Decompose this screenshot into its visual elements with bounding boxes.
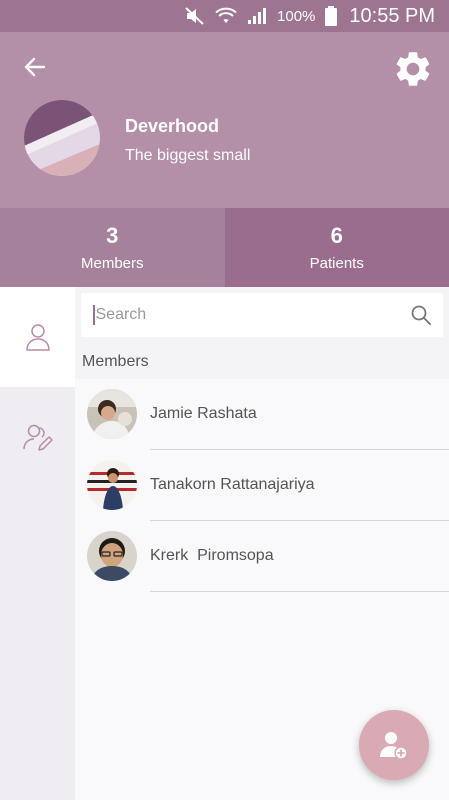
clock: 10:55 PM [349,4,435,27]
member-name: Jamie Rashata [150,405,257,422]
add-member-button[interactable] [359,710,429,780]
group-name: Deverhood [125,116,220,136]
patients-tab[interactable]: 6 Patients [224,208,449,287]
search-box[interactable] [81,293,443,337]
search-icon[interactable] [411,305,431,325]
list-item[interactable]: Krerk Piromsopa [75,521,449,592]
settings-button[interactable] [390,46,436,92]
text-cursor [93,305,95,325]
status-bar: 100% 10:55 PM [0,0,449,32]
search-input[interactable] [95,306,411,324]
sidebar [0,287,75,800]
back-button[interactable] [20,52,50,82]
divider [150,591,449,592]
wifi-icon [215,7,237,25]
back-arrow-icon [24,57,46,77]
battery-percent: 100% [277,7,316,25]
members-label: Members [80,255,144,272]
group-description: The biggest small [125,147,251,164]
members-tab[interactable]: 3 Members [0,208,225,287]
sidebar-tab-manage[interactable] [0,387,75,487]
avatar [87,531,137,581]
person-icon [25,324,50,351]
patients-label: Patients [309,255,364,272]
mute-icon [185,7,205,25]
list-item[interactable]: Jamie Rashata [75,379,449,450]
list-item[interactable]: Tanakorn Rattanajariya [75,450,449,521]
gear-icon [396,52,430,86]
avatar [87,389,137,439]
members-count: 3 [106,223,119,248]
signal-icon [247,7,267,25]
member-name: Krerk Piromsopa [150,547,274,564]
patients-count: 6 [330,223,343,248]
group-avatar [24,100,100,176]
avatar [87,460,137,510]
stats-bar: 3 Members 6 Patients [0,208,449,287]
battery-icon [325,6,338,26]
sidebar-tab-members[interactable] [0,287,75,387]
section-title: Members [82,353,149,370]
group-header: Deverhood The biggest small [0,32,449,208]
people-edit-icon [22,424,53,451]
add-person-icon [380,732,408,760]
member-name: Tanakorn Rattanajariya [150,476,315,493]
